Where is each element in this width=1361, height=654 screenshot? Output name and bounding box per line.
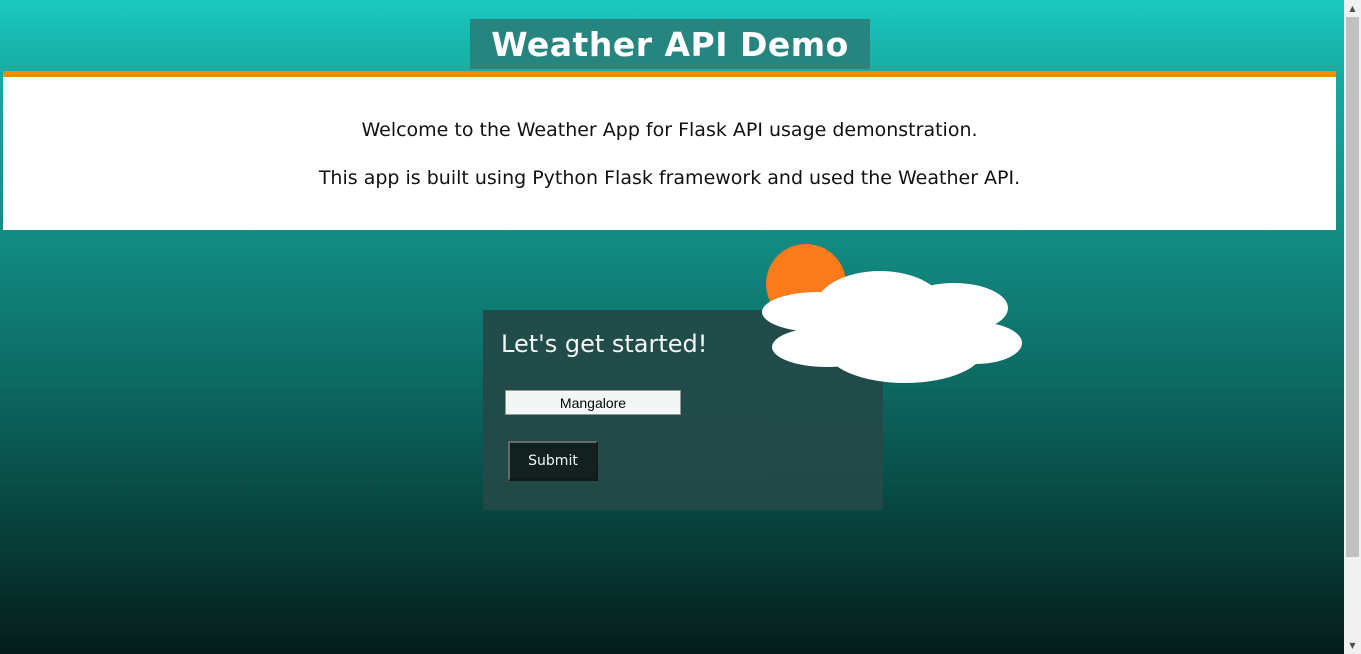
page-title: Weather API Demo — [491, 24, 849, 64]
scroll-up-arrow-icon[interactable]: ▲ — [1344, 0, 1361, 17]
welcome-banner: Welcome to the Weather App for Flask API… — [3, 77, 1336, 230]
description-text: This app is built using Python Flask fra… — [318, 167, 1021, 189]
vertical-scrollbar[interactable]: ▲ ▼ — [1344, 0, 1361, 654]
form-heading: Let's get started! — [501, 330, 708, 358]
welcome-text: Welcome to the Weather App for Flask API… — [361, 119, 978, 141]
weather-form-card: Let's get started! Submit — [483, 310, 883, 510]
page-title-box: Weather API Demo — [470, 19, 870, 69]
city-input[interactable] — [505, 390, 681, 415]
scrollbar-thumb[interactable] — [1346, 17, 1359, 557]
scroll-down-arrow-icon[interactable]: ▼ — [1344, 637, 1361, 654]
submit-button[interactable]: Submit — [508, 441, 598, 481]
